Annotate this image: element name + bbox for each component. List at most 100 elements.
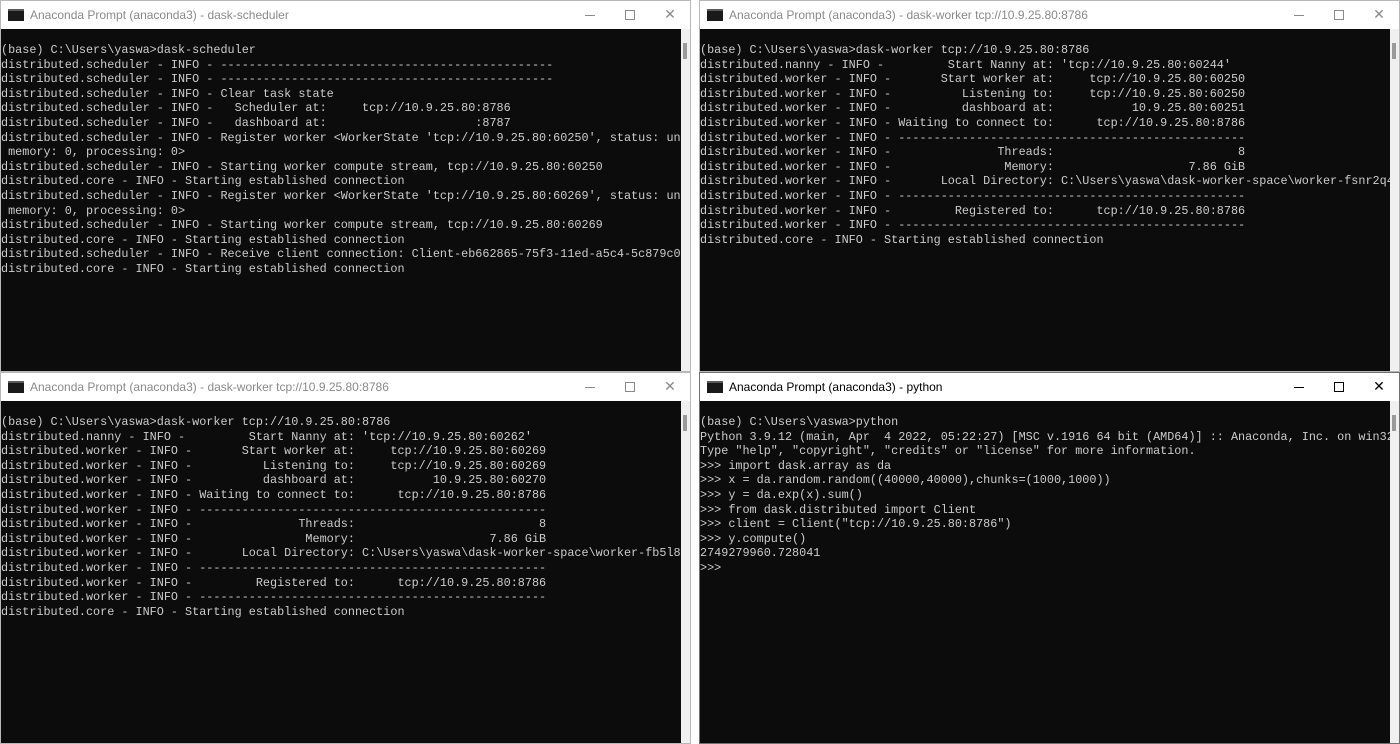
titlebar[interactable]: Anaconda Prompt (anaconda3) - dask-worke… [1,373,690,401]
maximize-button[interactable] [610,1,650,29]
console-line: distributed.worker - INFO - Registered t… [700,203,1246,218]
console-line: Python 3.9.12 (main, Apr 4 2022, 05:22:2… [700,429,1390,444]
console-line: distributed.core - INFO - Starting estab… [1,604,405,619]
console-output[interactable]: (base) C:\Users\yaswa>dask-scheduler dist… [1,29,681,371]
console-line: memory: 0, processing: 0> [1,203,186,218]
scrollbar-thumb[interactable] [683,415,687,431]
window-title: Anaconda Prompt (anaconda3) - dask-worke… [30,380,389,394]
console-line: >>> y = da.exp(x).sum() [700,487,863,502]
console-line: distributed.nanny - INFO - Start Nanny a… [1,429,532,444]
maximize-button[interactable] [1319,1,1359,29]
console-line: >>> [700,560,722,575]
window-title: Anaconda Prompt (anaconda3) - python [729,380,943,394]
worker-window-1: Anaconda Prompt (anaconda3) - dask-worke… [699,0,1400,372]
terminal-icon [707,381,723,393]
console-line: distributed.worker - INFO - Start worker… [1,444,547,459]
window-title: Anaconda Prompt (anaconda3) - dask-worke… [729,8,1088,22]
console-line: distributed.scheduler - INFO - Scheduler… [1,101,511,116]
console-line: distributed.worker - INFO - Waiting to c… [1,487,547,502]
console-line: distributed.worker - INFO - ------------… [1,590,547,605]
console-line: distributed.worker - INFO - ------------… [700,188,1246,203]
minimize-button[interactable] [570,373,610,401]
close-icon: ✕ [1373,7,1385,23]
console-line: >>> from dask.distributed import Client [700,502,977,517]
window-title: Anaconda Prompt (anaconda3) - dask-sched… [30,8,289,22]
console-line: distributed.worker - INFO - dashboard at… [1,473,547,488]
console-line: (base) C:\Users\yaswa>python [700,415,899,429]
console-line: distributed.core - INFO - Starting estab… [1,261,405,276]
console-line: distributed.worker - INFO - ------------… [1,560,547,575]
console-line: distributed.worker - INFO - ------------… [700,218,1246,233]
console-line: distributed.scheduler - INFO - ---------… [1,72,554,87]
minimize-button[interactable] [1279,373,1319,401]
console-line: distributed.worker - INFO - dashboard at… [700,101,1246,116]
python-window: Anaconda Prompt (anaconda3) - python ✕ (… [699,372,1400,744]
console-line: distributed.worker - INFO - Local Direct… [1,546,681,561]
close-button[interactable]: ✕ [1359,373,1399,401]
console-line: distributed.worker - INFO - Memory: 7.86… [1,531,547,546]
console-line: distributed.worker - INFO - ------------… [700,130,1246,145]
console-output[interactable]: (base) C:\Users\yaswa>dask-worker tcp://… [1,401,681,743]
console-line: distributed.worker - INFO - Local Direct… [700,174,1390,189]
maximize-icon [625,10,635,20]
close-button[interactable]: ✕ [650,373,690,401]
terminal-icon [707,9,723,21]
console-line: >>> import dask.array as da [700,458,892,473]
maximize-button[interactable] [1319,373,1359,401]
maximize-icon [1334,382,1344,392]
console-line: (base) C:\Users\yaswa>dask-worker tcp://… [700,43,1090,57]
minimize-icon [1294,386,1304,388]
scrollbar[interactable] [681,29,690,371]
console-output[interactable]: (base) C:\Users\yaswa>python Python 3.9.1… [700,401,1390,743]
minimize-icon [585,386,595,388]
scrollbar[interactable] [1390,401,1399,743]
console-line: (base) C:\Users\yaswa>dask-scheduler [1,43,256,57]
scheduler-window: Anaconda Prompt (anaconda3) - dask-sched… [0,0,691,372]
console-line: distributed.worker - INFO - Listening to… [1,458,547,473]
minimize-icon [1294,14,1304,16]
scrollbar[interactable] [681,401,690,743]
console-line: Type "help", "copyright", "credits" or "… [700,444,1196,459]
console-line: distributed.worker - INFO - Threads: 8 [700,145,1246,160]
close-button[interactable]: ✕ [650,1,690,29]
console-line: distributed.worker - INFO - Waiting to c… [700,115,1246,130]
console-output[interactable]: (base) C:\Users\yaswa>dask-worker tcp://… [700,29,1390,371]
minimize-button[interactable] [1279,1,1319,29]
console-line: >>> x = da.random.random((40000,40000),c… [700,473,1111,488]
console-line: distributed.scheduler - INFO - dashboard… [1,115,511,130]
minimize-button[interactable] [570,1,610,29]
maximize-button[interactable] [610,373,650,401]
console-line: distributed.worker - INFO - Memory: 7.86… [700,159,1246,174]
console-line: (base) C:\Users\yaswa>dask-worker tcp://… [1,415,391,429]
minimize-icon [585,14,595,16]
titlebar[interactable]: Anaconda Prompt (anaconda3) - dask-worke… [700,1,1399,29]
console-line: distributed.core - INFO - Starting estab… [700,232,1104,247]
titlebar[interactable]: Anaconda Prompt (anaconda3) - python ✕ [700,373,1399,401]
scrollbar[interactable] [1390,29,1399,371]
console-line: >>> y.compute() [700,531,807,546]
console-line: >>> client = Client("tcp://10.9.25.80:87… [700,517,1012,532]
console-line: memory: 0, processing: 0> [1,145,186,160]
worker-window-2: Anaconda Prompt (anaconda3) - dask-worke… [0,372,691,744]
titlebar[interactable]: Anaconda Prompt (anaconda3) - dask-sched… [1,1,690,29]
scrollbar-thumb[interactable] [683,43,687,59]
console-line: distributed.scheduler - INFO - Starting … [1,218,603,233]
console-line: distributed.scheduler - INFO - Starting … [1,159,603,174]
console-line: distributed.worker - INFO - Registered t… [1,575,547,590]
close-icon: ✕ [664,379,676,395]
console-line: distributed.scheduler - INFO - ---------… [1,57,554,72]
close-icon: ✕ [664,7,676,23]
console-line: distributed.scheduler - INFO - Receive c… [1,247,681,262]
scrollbar-thumb[interactable] [1392,43,1396,59]
terminal-icon [8,9,24,21]
console-line: distributed.scheduler - INFO - Register … [1,188,681,203]
close-button[interactable]: ✕ [1359,1,1399,29]
console-line: distributed.scheduler - INFO - Clear tas… [1,86,334,101]
console-line: distributed.core - INFO - Starting estab… [1,232,405,247]
maximize-icon [1334,10,1344,20]
maximize-icon [625,382,635,392]
console-line: distributed.core - INFO - Starting estab… [1,174,405,189]
console-line: distributed.nanny - INFO - Start Nanny a… [700,57,1231,72]
scrollbar-thumb[interactable] [1392,415,1396,431]
terminal-icon [8,381,24,393]
